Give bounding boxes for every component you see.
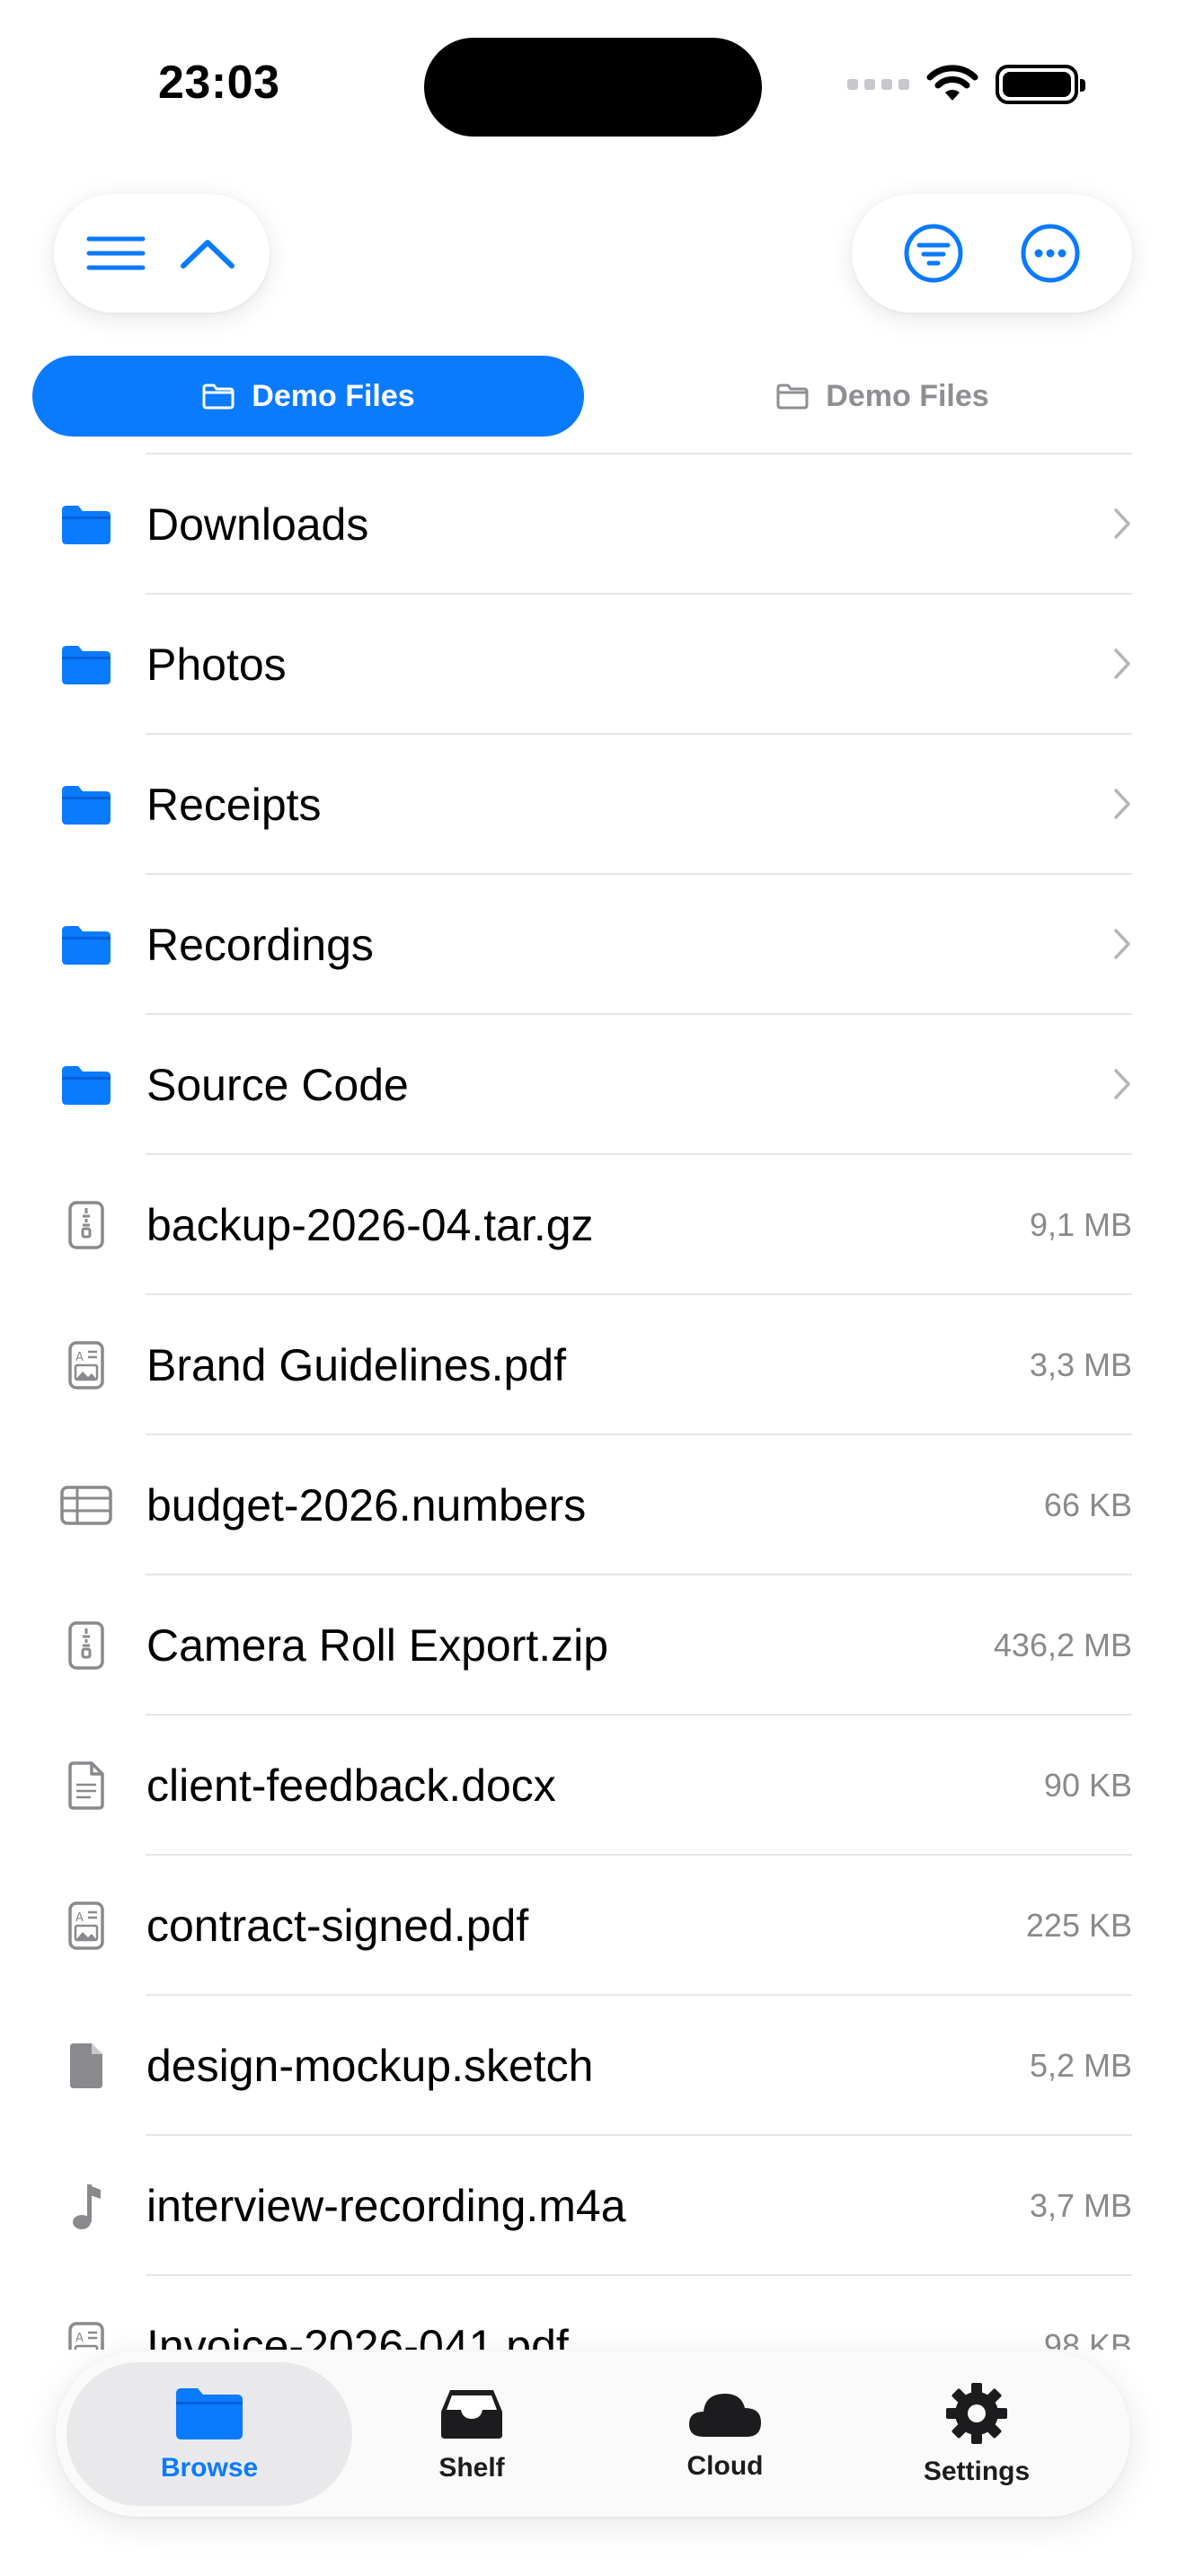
file-size: 9,1 MB [1029,1206,1132,1243]
tab-cloud[interactable]: Cloud [582,2362,868,2506]
chevron-right-icon [1114,508,1130,539]
wifi-icon [926,65,978,101]
chevron-right-icon [1114,1069,1130,1099]
tab-label: Shelf [438,2453,505,2483]
item-name: Recordings [146,920,374,970]
tray-icon [441,2390,502,2439]
music-note-icon [59,2179,113,2233]
item-name: Source Code [146,1060,409,1110]
svg-text:A: A [75,2332,84,2345]
folder-icon [176,2388,243,2439]
ellipsis-circle-icon [1021,224,1080,283]
list-item-file[interactable]: backup-2026-04.tar.gz 9,1 MB [0,1155,1186,1295]
item-name: backup-2026-04.tar.gz [146,1200,594,1250]
status-indicators [847,65,1085,104]
tab-label: Browse [160,2453,259,2483]
filter-button[interactable] [894,214,973,293]
gear-icon [946,2383,1007,2444]
item-name: Receipts [146,780,322,830]
segment-demo-files-active[interactable]: Demo Files [32,356,584,437]
chevron-right-icon [1114,789,1130,819]
menu-button[interactable] [76,214,155,293]
file-size: 436,2 MB [993,1627,1132,1663]
dynamic-island [424,38,762,137]
list-item-folder[interactable]: Recordings [0,875,1186,1015]
folder-outline-icon [202,384,235,410]
folder-icon [59,638,113,692]
go-up-button[interactable] [168,214,247,293]
generic-file-icon [59,2039,113,2093]
list-item-file[interactable]: A contract-signed.pdf 225 KB [0,1856,1186,1996]
actions-controls [852,194,1132,313]
pdf-doc-icon: A [59,1338,113,1392]
folder-icon [59,778,113,832]
list-item-folder[interactable]: Downloads [0,454,1186,595]
more-button[interactable] [1011,214,1090,293]
folder-icon [59,1058,113,1112]
tab-label: Settings [923,2457,1031,2486]
pdf-doc-icon: A [59,1899,113,1953]
list-item-file[interactable]: A Invoice-2026-041.pdf 98 KB [0,2276,1186,2350]
cellular-signal-icon [847,79,909,90]
item-name: Brand Guidelines.pdf [146,1340,566,1390]
folder-icon [59,918,113,972]
archive-icon [59,1198,113,1252]
file-size: 66 KB [1043,1486,1132,1523]
tab-shelf[interactable]: Shelf [329,2362,615,2506]
file-list[interactable]: Downloads Photos Receipts Recordings Sou… [0,454,1186,2350]
pdf-doc-icon: A [59,2319,113,2350]
item-name: Photos [146,640,287,690]
tab-settings[interactable]: Settings [834,2362,1120,2506]
hamburger-icon [86,236,146,270]
navigation-controls [54,194,270,313]
archive-icon [59,1619,113,1672]
list-item-folder[interactable]: Receipts [0,735,1186,875]
segment-label: Demo Files [826,378,989,413]
svg-text:A: A [75,1911,84,1925]
item-name: client-feedback.docx [146,1760,556,1811]
list-item-file[interactable]: budget-2026.numbers 66 KB [0,1435,1186,1575]
file-size: 90 KB [1043,1767,1132,1804]
item-name: interview-recording.m4a [146,2181,626,2231]
item-name: contract-signed.pdf [146,1901,529,1951]
file-size: 225 KB [1025,1907,1132,1944]
battery-icon [996,65,1085,104]
item-name: design-mockup.sketch [146,2041,594,2091]
list-item-file[interactable]: client-feedback.docx 90 KB [0,1716,1186,1856]
tab-browse[interactable]: Browse [66,2362,352,2506]
chevron-up-icon [181,240,235,269]
chevron-right-icon [1114,648,1130,679]
list-item-file[interactable]: interview-recording.m4a 3,7 MB [0,2136,1186,2276]
list-item-file[interactable]: Camera Roll Export.zip 436,2 MB [0,1575,1186,1716]
segment-label: Demo Files [252,378,415,413]
svg-text:A: A [75,1351,84,1364]
filter-circle-icon [904,224,963,283]
folder-icon [59,498,113,551]
item-name: Downloads [146,499,369,550]
file-size: 3,3 MB [1029,1346,1132,1383]
cloud-icon [689,2394,761,2437]
list-item-file[interactable]: design-mockup.sketch 5,2 MB [0,1996,1186,2136]
spreadsheet-icon [59,1478,113,1532]
tab-label: Cloud [686,2451,764,2481]
list-item-folder[interactable]: Photos [0,595,1186,735]
item-name: Invoice-2026-041.pdf [146,2321,569,2350]
status-time: 23:03 [158,57,280,109]
list-item-folder[interactable]: Source Code [0,1015,1186,1155]
text-doc-icon [59,1759,113,1813]
file-size: 5,2 MB [1029,2047,1132,2084]
folder-outline-icon [776,384,809,410]
item-name: Camera Roll Export.zip [146,1620,609,1671]
chevron-right-icon [1114,929,1130,959]
list-item-file[interactable]: A Brand Guidelines.pdf 3,3 MB [0,1295,1186,1435]
file-size: 98 KB [1043,2327,1132,2350]
segment-demo-files-inactive[interactable]: Demo Files [611,356,1154,437]
item-name: budget-2026.numbers [146,1480,587,1531]
file-size: 3,7 MB [1029,2187,1132,2224]
tab-bar: Browse Shelf Cloud Settings [56,2351,1130,2517]
